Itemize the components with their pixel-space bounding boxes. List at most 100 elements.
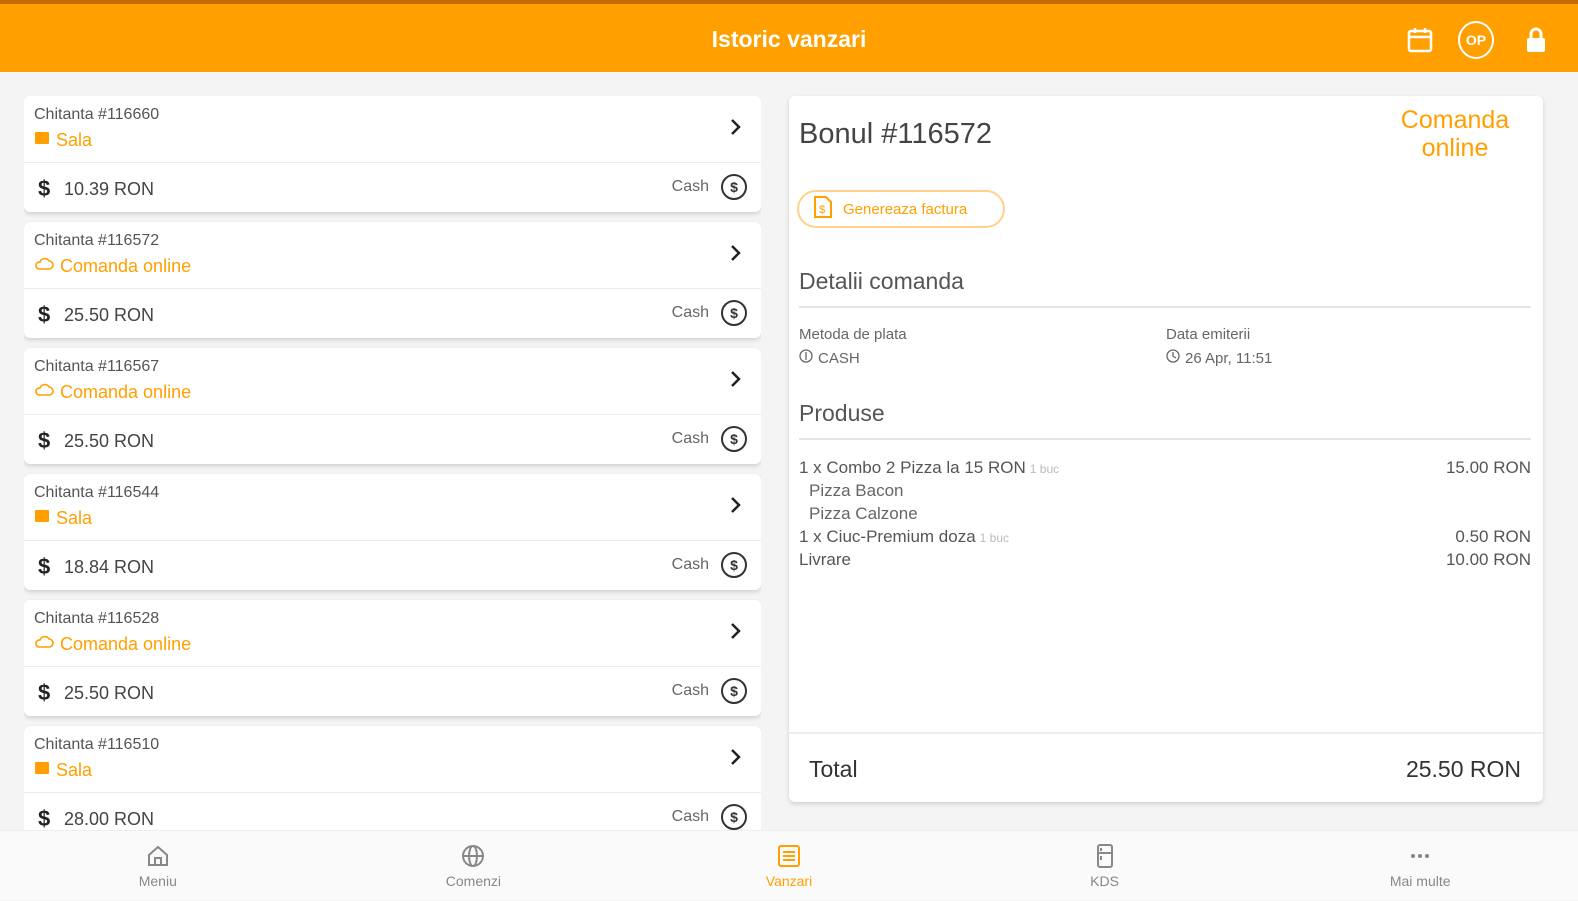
location-label: Comanda online [60, 256, 192, 276]
receipt-number: Chitanta #116544 [34, 484, 160, 501]
svg-text:$: $ [819, 204, 825, 216]
nav-item-sales[interactable]: Vanzari [631, 831, 947, 901]
nav-label: Meniu [138, 873, 177, 889]
coin-icon: $ [721, 426, 747, 452]
nav-item-kds[interactable]: KDS [947, 831, 1263, 901]
lock-icon[interactable] [1518, 22, 1554, 58]
receipt-card[interactable]: Chitanta #116660 Sala $10.39 RON Cash $ [24, 96, 761, 212]
chevron-right-icon[interactable] [729, 746, 743, 768]
receipt-number: Chitanta #116528 [34, 610, 160, 627]
chevron-right-icon[interactable] [729, 242, 743, 264]
table-icon [34, 760, 50, 781]
chevron-right-icon[interactable] [729, 494, 743, 516]
coin-icon [799, 349, 813, 367]
invoice-icon: $ [813, 195, 833, 223]
order-details-heading: Detalii comanda [799, 268, 964, 294]
product-row: 1 x Ciuc-Premium doza 1 buc 0.50 RON [799, 527, 1531, 547]
payment-method: Cash $ [672, 552, 747, 578]
products-heading: Produse [799, 400, 885, 426]
bottom-navigation: Meniu Comenzi Vanzari KDS Mai multe [0, 830, 1578, 900]
location-label: Sala [56, 508, 93, 528]
globe-icon [462, 845, 485, 867]
product-row: 1 x Combo 2 Pizza la 15 RON 1 buc 15.00 R… [799, 458, 1531, 478]
payment-method: Cash $ [672, 426, 747, 452]
chevron-right-icon[interactable] [729, 116, 743, 138]
payment-method: Cash $ [672, 678, 747, 704]
payment-label: Cash [671, 682, 709, 699]
payment-label: Cash [671, 556, 709, 573]
payment-label: Cash [671, 304, 709, 321]
product-name: 1 x Ciuc-Premium doza [799, 527, 976, 546]
date-value: 26 Apr, 11:51 [1185, 349, 1273, 367]
receipt-location: Sala [34, 508, 92, 529]
receipt-amount: $28.00 RON [38, 806, 154, 830]
receipt-detail-panel: Bonul #116572 Comanda online $ Genereaza… [789, 96, 1543, 802]
receipt-amount: $25.50 RON [38, 428, 154, 454]
payment-method: Cash $ [672, 804, 747, 830]
receipt-amount: $18.84 RON [38, 554, 154, 580]
location-label: Sala [56, 760, 93, 780]
receipt-card[interactable]: Chitanta #116567 Comanda online $25.50 R… [24, 348, 761, 464]
receipt-card[interactable]: Chitanta #116528 Comanda online $25.50 R… [24, 600, 761, 716]
nav-label: Mai multe [1389, 873, 1451, 889]
amount-value: 28.00 RON [64, 808, 155, 829]
location-label: Comanda online [60, 634, 192, 654]
location-label: Comanda online [60, 382, 192, 402]
receipt-card[interactable]: Chitanta #116544 Sala $18.84 RON Cash $ [24, 474, 761, 590]
product-sub-item: Pizza Calzone [809, 504, 918, 523]
chevron-right-icon[interactable] [729, 620, 743, 642]
product-price: 0.50 RON [1455, 527, 1531, 546]
receipt-amount: $10.39 RON [38, 176, 154, 202]
amount-value: 25.50 RON [64, 304, 155, 325]
receipt-location: Sala [34, 130, 92, 151]
amount-value: 10.39 RON [64, 178, 155, 199]
operator-initials: OP [1458, 21, 1494, 59]
nav-item-more[interactable]: Mai multe [1262, 831, 1578, 901]
page-title: Istoric vanzari [711, 26, 867, 52]
receipt-card[interactable]: Chitanta #116572 Comanda online $25.50 R… [24, 222, 761, 338]
product-name: Livrare [799, 550, 851, 569]
order-type: Comanda online [1400, 106, 1510, 162]
home-icon [147, 845, 168, 866]
cloud-icon [34, 256, 54, 277]
receipt-location: Comanda online [34, 634, 191, 655]
coin-icon: $ [721, 300, 747, 326]
receipt-title: Bonul #116572 [799, 118, 992, 150]
nav-item-menu[interactable]: Meniu [0, 831, 316, 901]
cloud-icon [34, 634, 54, 655]
dollar-icon: $ [38, 806, 51, 830]
receipt-number: Chitanta #116572 [34, 232, 160, 249]
generate-invoice-button[interactable]: $ Genereaza factura [797, 190, 1005, 228]
chevron-right-icon[interactable] [729, 368, 743, 390]
location-label: Sala [56, 130, 93, 150]
dollar-icon: $ [38, 554, 51, 579]
dollar-icon: $ [38, 176, 51, 201]
receipt-card[interactable]: Chitanta #116510 Sala $28.00 RON Cash $ [24, 726, 761, 830]
coin-icon: $ [721, 678, 747, 704]
issue-date-value: 26 Apr, 11:51 [1166, 349, 1272, 367]
receipt-location: Comanda online [34, 256, 191, 277]
coin-icon: $ [721, 804, 747, 830]
product-price: 15.00 RON [1445, 458, 1531, 477]
total-label: Total [809, 756, 858, 782]
operator-avatar[interactable]: OP [1458, 21, 1494, 59]
table-icon [34, 508, 50, 529]
payment-method-label: Metoda de plata [799, 326, 907, 343]
table-icon [34, 130, 50, 151]
dollar-icon: $ [38, 680, 51, 705]
issue-date-label: Data emiterii [1166, 326, 1251, 343]
receipt-list[interactable]: Chitanta #116660 Sala $10.39 RON Cash $ C… [24, 96, 761, 830]
receipt-amount: $25.50 RON [38, 680, 154, 706]
payment-label: Cash [671, 808, 709, 825]
calendar-icon[interactable] [1402, 22, 1438, 58]
receipt-location: Comanda online [34, 382, 191, 403]
amount-value: 18.84 RON [64, 556, 155, 577]
clock-icon [1166, 349, 1180, 367]
payment-label: Cash [671, 178, 709, 195]
total-bar: Total 25.50 RON [789, 732, 1543, 802]
product-row: Livrare 10.00 RON [799, 550, 1531, 570]
nav-item-orders[interactable]: Comenzi [316, 831, 632, 901]
dollar-icon: $ [38, 302, 51, 327]
amount-value: 25.50 RON [64, 682, 155, 703]
coin-icon: $ [721, 174, 747, 200]
